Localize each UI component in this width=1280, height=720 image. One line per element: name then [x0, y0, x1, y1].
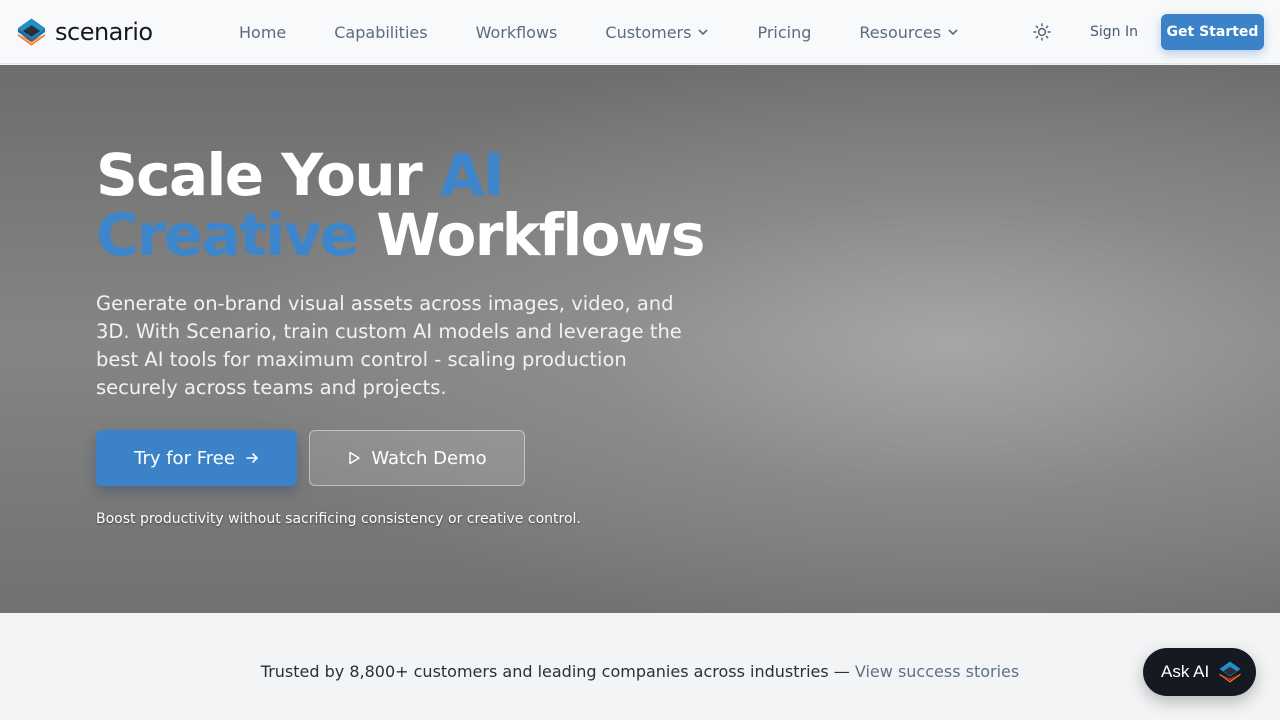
sign-in-link[interactable]: Sign In — [1090, 22, 1138, 42]
scenario-logo-icon — [1219, 661, 1241, 683]
brand-logo[interactable]: scenario — [16, 16, 153, 48]
watch-demo-label: Watch Demo — [371, 447, 487, 469]
hero-title-accent-ai: AI — [439, 141, 505, 209]
try-for-free-button[interactable]: Try for Free — [96, 430, 297, 486]
hero-title-part2: Workflows — [357, 201, 705, 269]
top-navbar: scenario Home Capabilities Workflows Cus… — [0, 0, 1280, 64]
chevron-down-icon — [948, 29, 958, 36]
trusted-banner: Trusted by 8,800+ customers and leading … — [0, 662, 1280, 681]
chevron-down-icon — [698, 29, 709, 36]
nav-home[interactable]: Home — [239, 23, 286, 42]
brand-name: scenario — [55, 18, 153, 46]
ask-ai-button[interactable]: Ask AI — [1143, 648, 1256, 696]
hero-title: Scale Your AI Creative Workflows — [96, 145, 796, 265]
nav-pricing-label: Pricing — [757, 22, 812, 42]
nav-capabilities-label: Capabilities — [334, 22, 428, 42]
hero-title-part1: Scale Your — [96, 141, 440, 209]
scenario-logo-icon — [17, 18, 46, 46]
nav-resources-label: Resources — [859, 22, 942, 42]
nav-customers-label: Customers — [605, 22, 692, 42]
nav-resources-dropdown[interactable]: Resources — [859, 23, 959, 42]
nav-customers-dropdown[interactable]: Customers — [605, 23, 709, 42]
main-nav: Home Capabilities Workflows Customers Pr… — [239, 0, 1007, 64]
nav-workflows-label: Workflows — [475, 22, 558, 42]
trusted-text: Trusted by 8,800+ customers and leading … — [260, 662, 855, 681]
watch-demo-button[interactable]: Watch Demo — [309, 430, 525, 486]
hero-title-accent-creative: Creative — [96, 201, 359, 269]
try-for-free-label: Try for Free — [134, 447, 235, 469]
ask-ai-label: Ask AI — [1161, 662, 1210, 681]
play-icon — [349, 451, 361, 465]
arrow-right-icon — [246, 453, 258, 463]
nav-home-label: Home — [239, 22, 287, 42]
nav-capabilities[interactable]: Capabilities — [334, 23, 427, 42]
sun-icon[interactable] — [1032, 22, 1052, 42]
get-started-button[interactable]: Get Started — [1161, 14, 1264, 50]
nav-workflows[interactable]: Workflows — [476, 23, 558, 42]
nav-pricing[interactable]: Pricing — [757, 23, 811, 42]
success-stories-link[interactable]: View success stories — [855, 662, 1019, 681]
hero-note: Boost productivity without sacrificing c… — [96, 511, 581, 527]
hero-description: Generate on-brand visual assets across i… — [96, 292, 682, 399]
hero-section: Scale Your AI Creative Workflows Generat… — [0, 65, 1280, 613]
